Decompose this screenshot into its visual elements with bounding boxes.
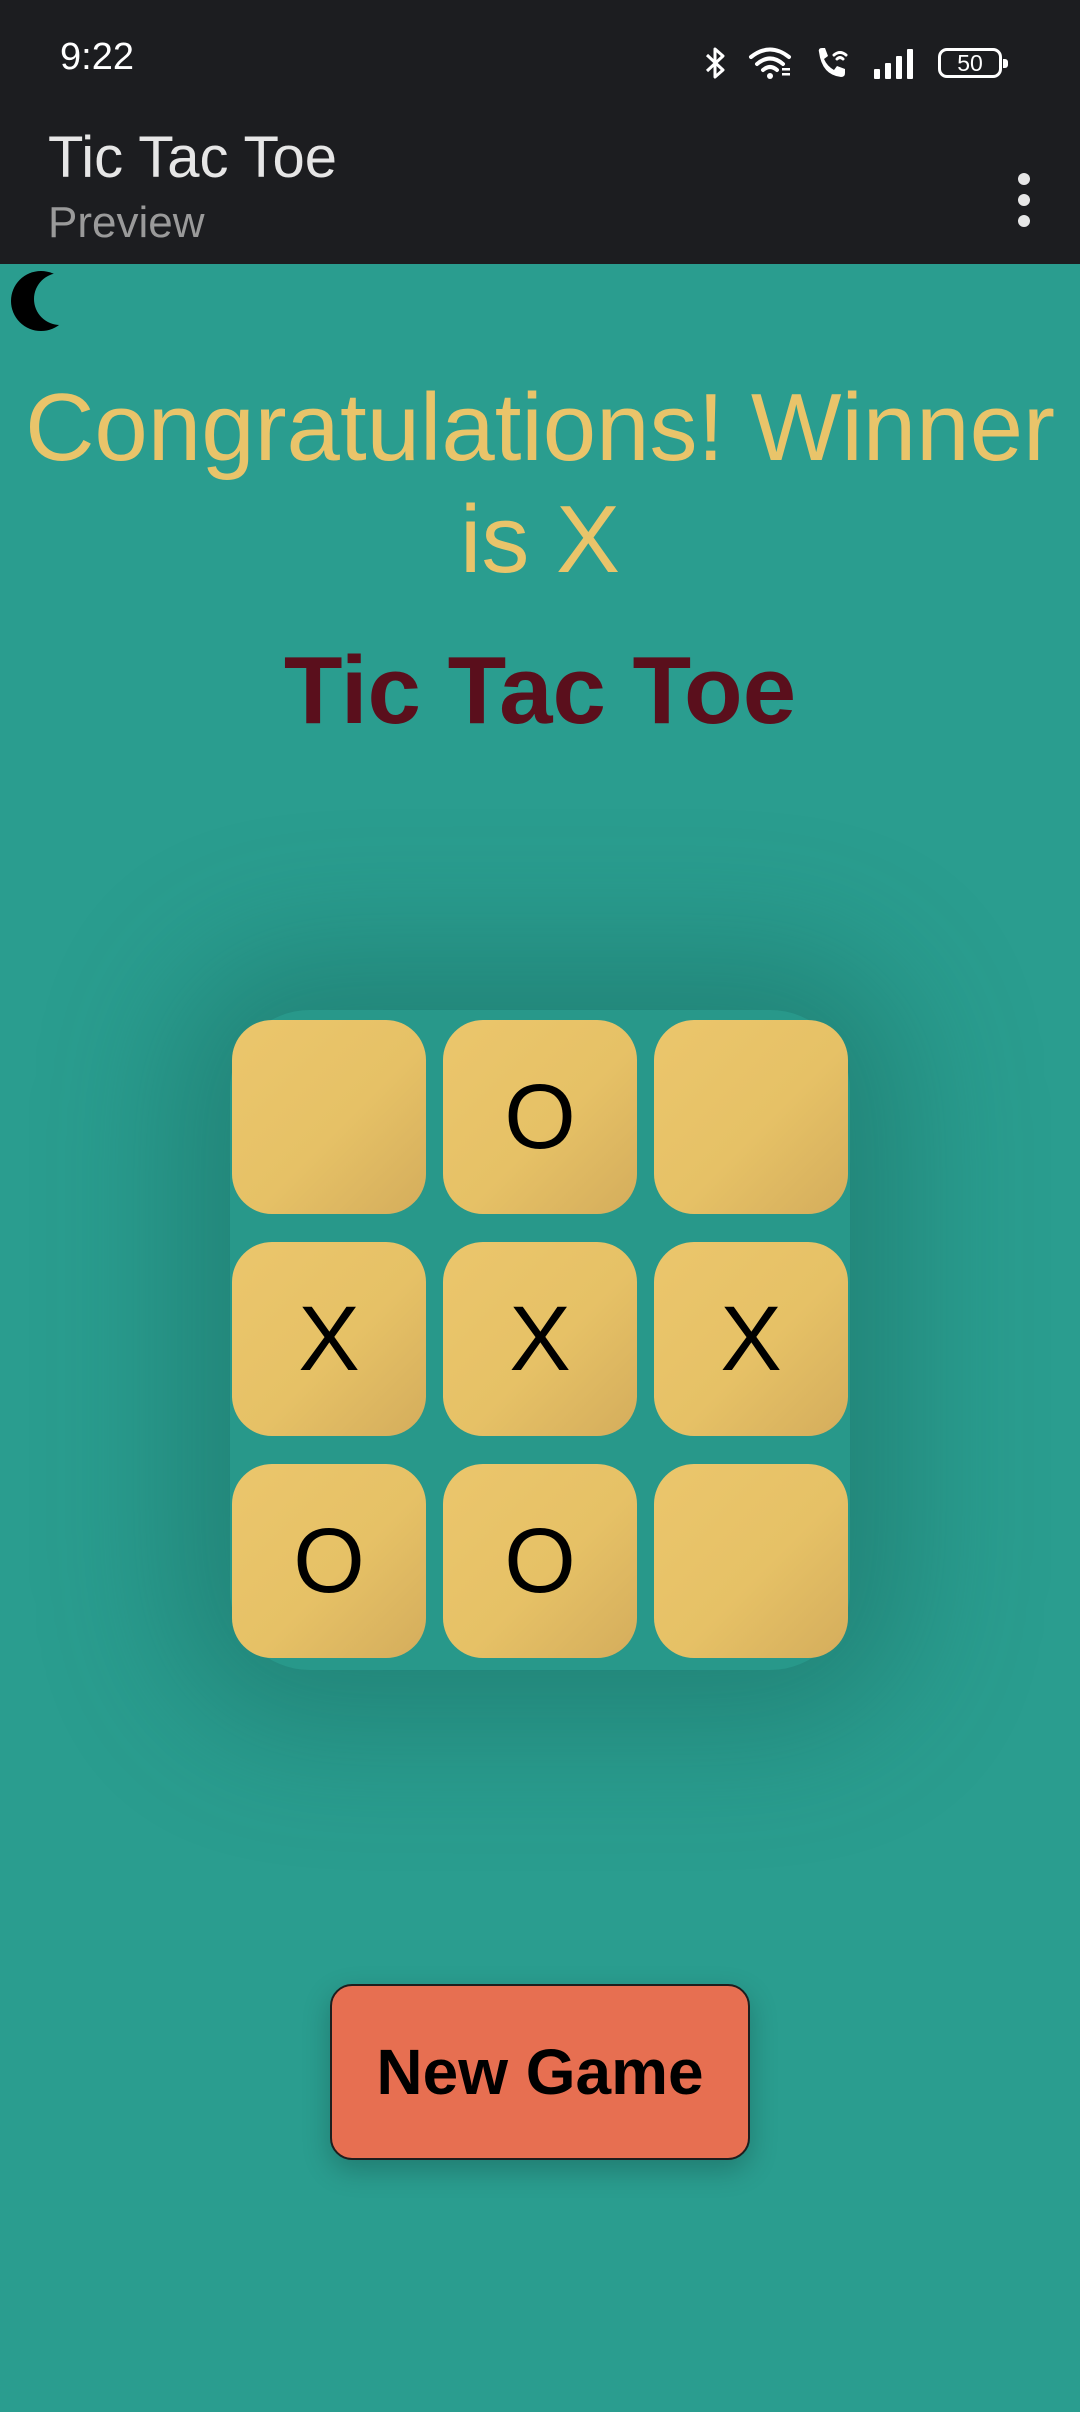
app-title: Tic Tac Toe <box>48 125 338 190</box>
status-icons: 50 <box>704 40 1008 86</box>
board-cell[interactable] <box>654 1020 848 1214</box>
board-cell[interactable]: X <box>443 1242 637 1436</box>
menu-dot <box>1018 194 1030 206</box>
board-cell[interactable]: X <box>232 1242 426 1436</box>
new-game-button[interactable]: New Game <box>330 1984 750 2160</box>
board-cell[interactable]: O <box>443 1020 637 1214</box>
bluetooth-icon <box>704 45 726 81</box>
status-bar: 9:22 50 <box>0 0 1080 124</box>
menu-dot <box>1018 215 1030 227</box>
board-cell[interactable]: O <box>232 1464 426 1658</box>
battery-level: 50 <box>957 49 983 76</box>
app-subtitle: Preview <box>48 198 205 247</box>
winner-message: Congratulations! Winner is X <box>25 374 1055 593</box>
board-cell[interactable] <box>654 1464 848 1658</box>
app-bar: Tic Tac Toe Preview <box>0 124 1080 264</box>
board-cell[interactable] <box>232 1020 426 1214</box>
overflow-menu-icon[interactable] <box>994 150 1054 250</box>
wifi-icon <box>748 46 792 80</box>
game-board: O X X X O O <box>232 1020 848 1658</box>
game-title: Tic Tac Toe <box>283 637 797 744</box>
signal-icon <box>872 47 916 79</box>
moon-icon <box>11 271 71 331</box>
wifi-calling-icon <box>814 46 850 80</box>
menu-dot <box>1018 173 1030 185</box>
theme-toggle-button[interactable] <box>8 266 78 336</box>
status-time: 9:22 <box>60 36 134 78</box>
battery-icon: 50 <box>938 48 1008 78</box>
board-cell[interactable]: X <box>654 1242 848 1436</box>
board-cell[interactable]: O <box>443 1464 637 1658</box>
